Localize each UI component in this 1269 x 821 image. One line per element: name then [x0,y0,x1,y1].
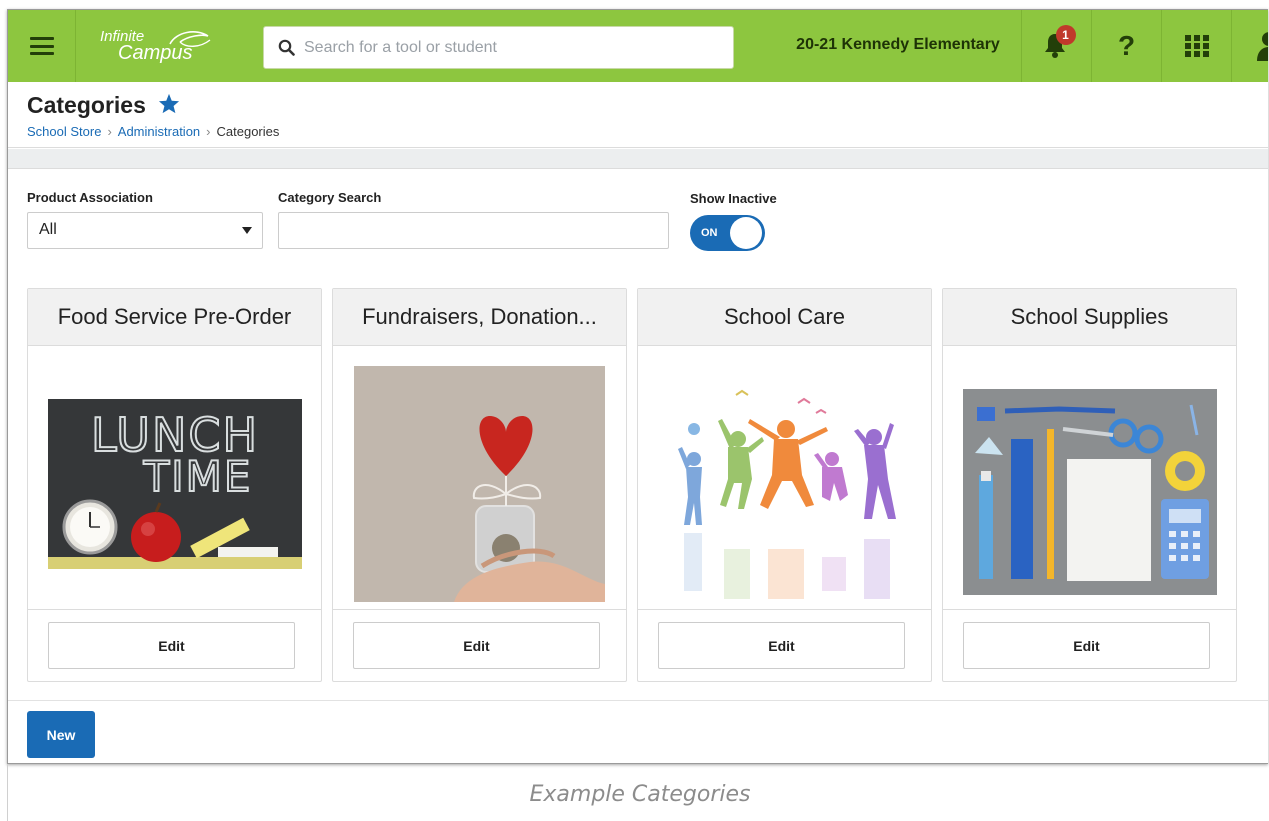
chevron-down-icon [242,227,252,234]
category-search-input[interactable] [278,212,669,249]
show-inactive-toggle[interactable]: ON [690,215,765,251]
notifications-button[interactable]: 1 [1021,10,1091,82]
global-search[interactable] [263,26,734,69]
breadcrumb-school-store[interactable]: School Store [27,124,101,139]
card-footer: Edit [943,609,1236,681]
edit-button[interactable]: Edit [48,622,295,669]
grid-icon [1184,35,1209,57]
breadcrumb-administration[interactable]: Administration [118,124,200,139]
figure-caption: Example Categories [529,782,751,807]
app-switcher-button[interactable] [1161,10,1231,82]
card-title: School Supplies [943,289,1236,346]
card-footer: Edit [638,609,931,681]
card-footer: Edit [333,609,626,681]
logo-swoosh-icon [169,31,211,47]
menu-button[interactable] [8,10,76,82]
top-bar: Infinite Campus 20-21 Kennedy Elementary [8,10,1268,82]
card-title: School Care [638,289,931,346]
favorite-star-icon[interactable] [158,93,180,114]
school-supplies-flatlay-image [963,389,1217,595]
infinite-campus-logo[interactable]: Infinite Campus [100,28,220,68]
action-divider [8,700,1268,701]
edit-button[interactable]: Edit [963,622,1210,669]
breadcrumb-current: Categories [216,124,280,139]
new-button[interactable]: New [27,711,95,758]
show-inactive-label: Show Inactive [690,191,777,206]
breadcrumb-separator-icon: › [107,124,112,139]
product-association-label: Product Association [27,190,153,205]
page-title: Categories [27,92,146,118]
user-menu-button[interactable] [1231,10,1268,82]
divider-bar [8,149,1268,169]
toggle-knob [730,217,762,249]
search-input[interactable] [304,27,724,68]
help-button[interactable]: ? [1091,10,1161,82]
user-icon [1256,32,1268,61]
category-card-school-care: School Care Edit [637,288,932,682]
hamburger-icon [29,37,54,55]
category-card-fundraisers: Fundraisers, Donation... Edit [332,288,627,682]
search-icon [278,39,295,56]
category-card-school-supplies: School Supplies Edit [942,288,1237,682]
edit-button[interactable]: Edit [353,622,600,669]
notification-badge: 1 [1055,25,1076,45]
breadcrumb-separator-icon: › [206,124,211,139]
app-window: Infinite Campus 20-21 Kennedy Elementary [7,9,1268,764]
card-title: Fundraisers, Donation... [333,289,626,346]
category-search-label: Category Search [278,190,382,205]
card-footer: Edit [28,609,321,681]
card-title: Food Service Pre-Order [28,289,321,346]
category-card-food-service: Food Service Pre-Order LUNCH TIME Edit [27,288,322,682]
heart-donation-jar-image [354,366,605,602]
toggle-state-label: ON [701,227,718,239]
product-association-value: All [39,221,57,238]
lunch-time-chalkboard-image: LUNCH TIME [48,399,302,569]
time-text: TIME [143,452,253,501]
product-association-select[interactable]: All [27,212,263,249]
school-selector[interactable]: 20-21 Kennedy Elementary [778,36,1018,54]
page-header: Categories School Store › Administration › C… [8,82,1268,148]
breadcrumb: School Store › Administration › Categories [27,124,279,139]
help-icon: ? [1117,30,1136,61]
jumping-children-silhouettes-image [678,389,896,599]
edit-button[interactable]: Edit [658,622,905,669]
